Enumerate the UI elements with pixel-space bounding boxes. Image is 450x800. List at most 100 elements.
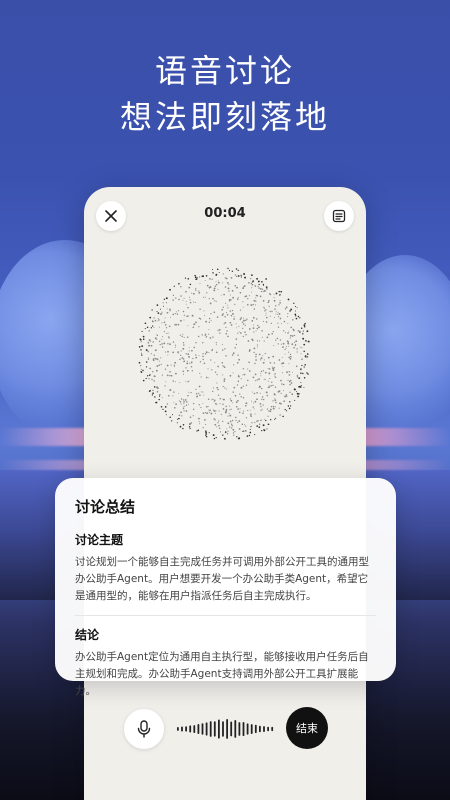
orb-dot bbox=[172, 351, 175, 354]
orb-dot bbox=[258, 353, 261, 356]
orb-dot bbox=[186, 362, 189, 365]
orb-dot bbox=[303, 343, 306, 346]
orb-dot bbox=[188, 347, 190, 349]
orb-dot bbox=[154, 375, 156, 377]
waveform-bar bbox=[234, 720, 237, 738]
orb-dot bbox=[252, 303, 254, 306]
orb-dot bbox=[291, 393, 293, 395]
orb-dot bbox=[205, 434, 207, 436]
orb-dot bbox=[270, 322, 272, 325]
orb-dot bbox=[232, 296, 234, 299]
orb-dot bbox=[304, 364, 306, 366]
orb-dot bbox=[145, 366, 148, 368]
orb-dot bbox=[257, 425, 259, 427]
orb-dot bbox=[151, 394, 154, 396]
orb-dot bbox=[254, 380, 256, 382]
orb-dot bbox=[259, 403, 262, 405]
orb-dot bbox=[178, 417, 180, 420]
orb-dot bbox=[219, 332, 221, 334]
orb-dot bbox=[231, 354, 234, 356]
microphone-button[interactable] bbox=[124, 709, 164, 749]
orb-dot bbox=[208, 432, 210, 434]
orb-dot bbox=[267, 301, 270, 304]
orb-dot bbox=[263, 429, 266, 432]
orb-dot bbox=[230, 277, 233, 279]
orb-dot bbox=[179, 358, 181, 361]
orb-dot bbox=[295, 344, 297, 346]
orb-dot bbox=[214, 285, 217, 287]
orb-dot bbox=[232, 391, 234, 393]
orb-dot bbox=[299, 317, 301, 319]
orb-dot bbox=[289, 337, 291, 339]
orb-dot bbox=[250, 304, 252, 306]
orb-dot bbox=[236, 361, 239, 364]
orb-dot bbox=[197, 335, 200, 338]
orb-dot bbox=[250, 425, 252, 428]
orb-dot bbox=[138, 361, 141, 364]
orb-dot bbox=[201, 334, 203, 336]
orb-dot bbox=[254, 434, 256, 436]
orb-dot bbox=[183, 319, 185, 321]
orb-dot bbox=[278, 407, 280, 409]
orb-dot bbox=[299, 346, 301, 348]
orb-dot bbox=[256, 344, 259, 346]
orb-dot bbox=[266, 336, 269, 339]
orb-dot bbox=[148, 378, 150, 380]
orb-dot bbox=[141, 354, 143, 356]
orb-dot bbox=[264, 310, 266, 312]
orb-dot bbox=[293, 302, 295, 304]
orb-dot bbox=[260, 359, 262, 361]
orb-dot bbox=[174, 366, 176, 368]
orb-dot bbox=[214, 399, 216, 401]
orb-dot bbox=[235, 416, 237, 419]
orb-dot bbox=[242, 385, 244, 387]
orb-dot bbox=[183, 400, 185, 403]
orb-dot bbox=[233, 318, 235, 320]
orb-dot bbox=[205, 320, 207, 323]
orb-dot bbox=[174, 381, 176, 383]
orb-dot bbox=[238, 331, 240, 333]
orb-dot bbox=[165, 414, 167, 416]
orb-dot bbox=[189, 416, 192, 418]
orb-dot bbox=[245, 384, 248, 387]
orb-dot bbox=[242, 306, 244, 308]
orb-dot bbox=[262, 291, 264, 293]
orb-dot bbox=[203, 362, 206, 365]
orb-dot bbox=[300, 368, 302, 371]
orb-dot bbox=[182, 358, 185, 360]
orb-dot bbox=[150, 340, 152, 342]
orb-dot bbox=[182, 427, 184, 430]
orb-dot bbox=[152, 325, 154, 327]
conclusion-body: 办公助手Agent定位为通用自主执行型，能够接收用户任务后自主规划和完成。办公助… bbox=[75, 651, 369, 697]
notes-button[interactable] bbox=[324, 201, 354, 231]
orb-dot bbox=[224, 321, 227, 324]
end-call-button[interactable]: 结束 bbox=[286, 707, 328, 749]
orb-dot bbox=[160, 406, 163, 408]
orb-dot bbox=[223, 293, 225, 296]
orb-dot bbox=[280, 290, 283, 293]
orb-dot bbox=[245, 430, 247, 432]
orb-dot bbox=[277, 322, 279, 324]
orb-dot bbox=[177, 323, 180, 326]
orb-dot bbox=[258, 326, 260, 329]
orb-dot bbox=[165, 327, 168, 329]
orb-dot bbox=[253, 393, 255, 395]
orb-dot bbox=[245, 319, 247, 322]
orb-dot bbox=[199, 276, 201, 278]
orb-dot bbox=[242, 287, 244, 290]
orb-dot bbox=[277, 316, 280, 318]
orb-dot bbox=[280, 402, 282, 405]
orb-dot bbox=[271, 333, 273, 335]
orb-dot bbox=[284, 348, 286, 351]
orb-dot bbox=[227, 415, 229, 417]
orb-dot bbox=[226, 408, 228, 410]
orb-dot bbox=[212, 409, 214, 411]
orb-dot bbox=[290, 382, 293, 384]
orb-dot bbox=[252, 324, 255, 326]
orb-dot bbox=[187, 315, 189, 317]
orb-dot bbox=[306, 372, 308, 374]
orb-dot bbox=[161, 343, 163, 345]
orb-dot bbox=[286, 395, 288, 398]
orb-dot bbox=[261, 398, 263, 400]
orb-dot bbox=[167, 354, 169, 356]
